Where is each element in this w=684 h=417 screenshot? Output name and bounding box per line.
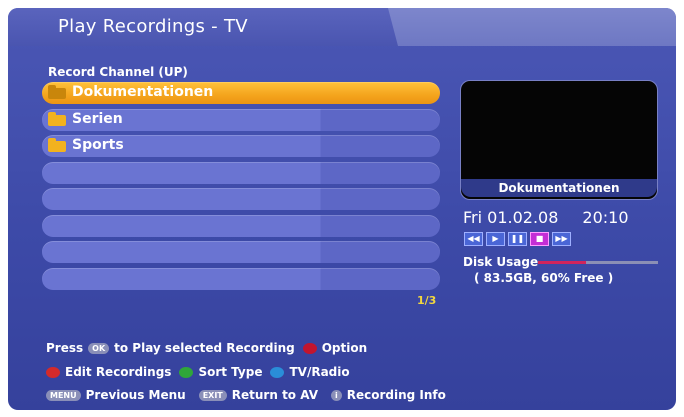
option-key-icon — [302, 342, 317, 354]
list-item-sports[interactable]: Sports — [42, 135, 440, 157]
help-play-text: to Play selected Recording — [114, 341, 295, 355]
fast-forward-icon[interactable]: ▶▶ — [552, 232, 571, 246]
time-text: 20:10 — [582, 208, 629, 227]
disk-usage-bar — [538, 261, 658, 264]
title-bar: Play Recordings - TV — [8, 8, 676, 46]
date-time: Fri 01.02.08 20:10 — [463, 208, 629, 227]
help-option: Option — [321, 341, 368, 355]
list-item-empty[interactable] — [42, 161, 440, 184]
menu-key-icon: MENU — [46, 389, 81, 401]
page-indicator: 1/3 — [417, 294, 437, 307]
exit-key-icon: EXIT — [198, 389, 227, 401]
help-line-colors: Edit Recordings Sort Type TV/Radio — [46, 365, 350, 379]
stop-icon[interactable]: ■ — [530, 232, 549, 246]
list-item-empty[interactable] — [42, 214, 440, 237]
preview-caption: Dokumentationen — [461, 179, 657, 197]
help-recording-info: Recording Info — [346, 388, 446, 402]
list-item-dokumentationen[interactable]: Dokumentationen — [42, 82, 440, 104]
green-key-icon — [179, 366, 194, 378]
page-title: Play Recordings - TV — [58, 16, 248, 37]
folder-icon — [48, 85, 66, 99]
playback-controls: ◀◀ ▶ ❚❚ ■ ▶▶ — [464, 232, 571, 246]
help-return-av: Return to AV — [231, 388, 318, 402]
disk-usage-label: Disk Usage — [463, 255, 539, 269]
list-item-label: Sports — [72, 137, 124, 153]
date-text: Fri 01.02.08 — [463, 208, 559, 227]
list-item-label: Dokumentationen — [72, 84, 214, 100]
info-key-icon: i — [330, 389, 342, 401]
list-item-empty[interactable] — [42, 267, 440, 290]
help-tv-radio: TV/Radio — [289, 365, 350, 379]
help-edit-recordings: Edit Recordings — [65, 365, 172, 379]
help-sort-type: Sort Type — [198, 365, 263, 379]
list-item-label: Serien — [72, 110, 123, 127]
rewind-icon[interactable]: ◀◀ — [464, 232, 483, 246]
red-key-icon — [46, 366, 60, 378]
help-line-menu: MENU Previous Menu EXIT Return to AV i R… — [46, 388, 446, 402]
folder-icon — [48, 111, 66, 126]
blue-key-icon — [270, 366, 285, 378]
play-icon[interactable]: ▶ — [486, 232, 505, 246]
ok-key-icon: OK — [88, 342, 110, 354]
help-press: Press — [46, 341, 84, 355]
list-item-empty[interactable] — [42, 241, 440, 263]
list-item-empty[interactable] — [42, 188, 440, 210]
disk-usage-fill — [538, 261, 586, 264]
recording-list: Dokumentationen Serien Sports — [42, 82, 440, 294]
osd-screen: Play Recordings - TV Record Channel (UP)… — [8, 8, 676, 410]
help-line-play: Press OK to Play selected Recording Opti… — [46, 341, 367, 355]
pause-icon[interactable]: ❚❚ — [508, 232, 527, 246]
list-header: Record Channel (UP) — [48, 65, 188, 79]
help-previous-menu: Previous Menu — [85, 388, 186, 402]
list-item-serien[interactable]: Serien — [42, 108, 440, 131]
disk-usage-detail: ( 83.5GB, 60% Free ) — [474, 271, 614, 285]
folder-icon — [48, 138, 66, 152]
